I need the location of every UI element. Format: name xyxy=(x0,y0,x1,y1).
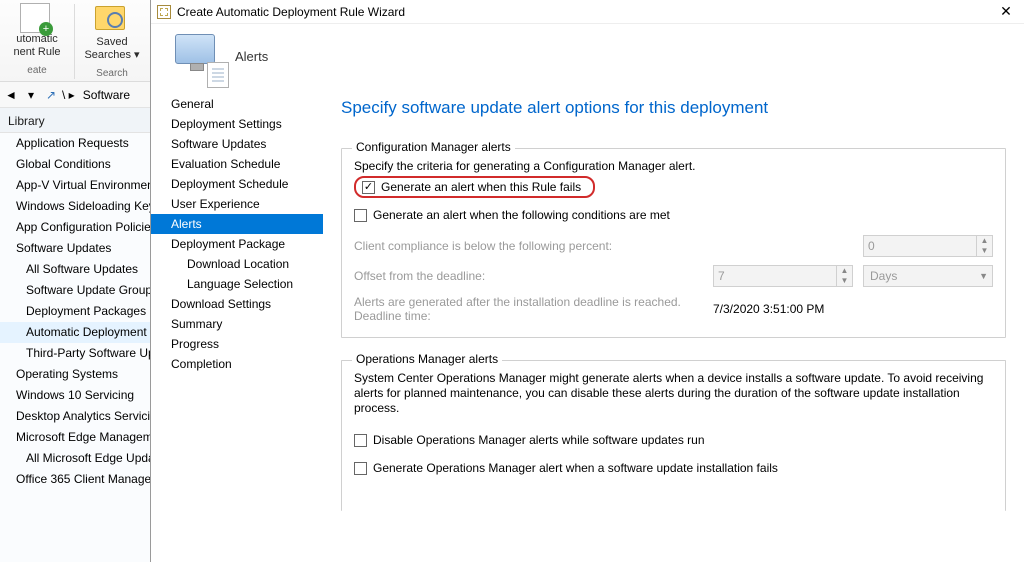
tree-item[interactable]: All Software Updates xyxy=(0,259,150,280)
om-note: System Center Operations Manager might g… xyxy=(354,371,993,416)
offset-label: Offset from the deadline: xyxy=(354,269,703,283)
tree-item[interactable]: Software Update Groups xyxy=(0,280,150,301)
cm-note: Specify the criteria for generating a Co… xyxy=(354,159,993,173)
tree-item[interactable]: Windows Sideloading Key xyxy=(0,196,150,217)
wizard-nav-item[interactable]: Download Location xyxy=(151,254,323,274)
wizard-nav-item[interactable]: Evaluation Schedule xyxy=(151,154,323,174)
dialog-header: Alerts xyxy=(151,24,1024,88)
wizard-nav-item[interactable]: Language Selection xyxy=(151,274,323,294)
folder-search-icon xyxy=(95,6,125,30)
ribbon-auto-deploy-rule[interactable]: utomatic nent Rule eate xyxy=(0,2,74,81)
cm-rule-fail-checkbox[interactable] xyxy=(362,181,375,194)
cm-alerts-group: Configuration Manager alerts Specify the… xyxy=(341,148,1006,338)
wizard-nav-item[interactable]: Summary xyxy=(151,314,323,334)
nav-back-icon[interactable]: ◄ xyxy=(2,86,20,104)
wizard-nav-item[interactable]: Progress xyxy=(151,334,323,354)
offset-unit-combo: Days▼ xyxy=(863,265,993,287)
om-group-title: Operations Manager alerts xyxy=(352,352,502,366)
tree-item[interactable]: Automatic Deployment Ru xyxy=(0,322,150,343)
dialog-header-title: Alerts xyxy=(235,49,268,64)
nav-back-forward: ◄ ▾ ↗ \ ▸ Software xyxy=(0,82,150,108)
monitor-icon xyxy=(175,34,219,78)
tree-item[interactable]: Desktop Analytics Servicing xyxy=(0,406,150,427)
wizard-nav-item[interactable]: Download Settings xyxy=(151,294,323,314)
wizard-nav-item[interactable]: Deployment Settings xyxy=(151,114,323,134)
tree-item[interactable]: All Microsoft Edge Update xyxy=(0,448,150,469)
tree-item[interactable]: Deployment Packages xyxy=(0,301,150,322)
wizard-nav-item[interactable]: Completion xyxy=(151,354,323,374)
compliance-percent-spin: 0 ▲▼ xyxy=(863,235,993,257)
om-disable-checkbox[interactable] xyxy=(354,434,367,447)
tree-item[interactable]: Application Requests xyxy=(0,133,150,154)
tree-item[interactable]: Software Updates xyxy=(0,238,150,259)
wizard-title-icon xyxy=(157,5,171,19)
offset-value-spin: 7 ▲▼ xyxy=(713,265,853,287)
tree-item[interactable]: Global Conditions xyxy=(0,154,150,175)
breadcrumb-sep: \ ▸ xyxy=(62,88,75,102)
deadline-label: Alerts are generated after the installat… xyxy=(354,295,703,323)
ribbon-saved-searches[interactable]: Saved Searches ▾ Search xyxy=(75,2,149,81)
breadcrumb[interactable]: Software xyxy=(77,88,136,102)
wizard-dialog: Create Automatic Deployment Rule Wizard … xyxy=(150,0,1024,562)
wizard-nav: GeneralDeployment SettingsSoftware Updat… xyxy=(151,88,323,562)
wizard-content: Specify software update alert options fo… xyxy=(323,88,1024,562)
highlight-marker: Generate an alert when this Rule fails xyxy=(354,176,595,198)
om-alerts-group: Operations Manager alerts System Center … xyxy=(341,360,1006,511)
deadline-value: 7/3/2020 3:51:00 PM xyxy=(713,302,993,316)
wizard-nav-item[interactable]: Alerts xyxy=(151,214,323,234)
doc-plus-icon xyxy=(20,3,50,33)
tree-item[interactable]: Office 365 Client Manageme xyxy=(0,469,150,490)
library-header: Library xyxy=(0,108,150,133)
ribbon: utomatic nent Rule eate Saved Searches ▾… xyxy=(0,0,150,82)
tree-item[interactable]: Third-Party Software Upda xyxy=(0,343,150,364)
om-generate-label: Generate Operations Manager alert when a… xyxy=(373,461,778,475)
cm-conditions-checkbox[interactable] xyxy=(354,209,367,222)
tree-item[interactable]: Microsoft Edge Managemen xyxy=(0,427,150,448)
page-title: Specify software update alert options fo… xyxy=(341,98,1006,118)
cm-rule-fail-label: Generate an alert when this Rule fails xyxy=(381,180,581,194)
tree-item[interactable]: App Configuration Policies xyxy=(0,217,150,238)
dialog-title: Create Automatic Deployment Rule Wizard xyxy=(177,5,405,19)
tree-item[interactable]: App-V Virtual Environmen xyxy=(0,175,150,196)
dialog-titlebar: Create Automatic Deployment Rule Wizard … xyxy=(151,0,1024,24)
nav-up-icon[interactable]: ↗ xyxy=(42,86,60,104)
om-generate-checkbox[interactable] xyxy=(354,462,367,475)
wizard-nav-item[interactable]: Deployment Schedule xyxy=(151,174,323,194)
background-app: utomatic nent Rule eate Saved Searches ▾… xyxy=(0,0,150,562)
tree-item[interactable]: Windows 10 Servicing xyxy=(0,385,150,406)
wizard-nav-item[interactable]: Deployment Package xyxy=(151,234,323,254)
tree-item[interactable]: Operating Systems xyxy=(0,364,150,385)
wizard-nav-item[interactable]: User Experience xyxy=(151,194,323,214)
wizard-nav-item[interactable]: Software Updates xyxy=(151,134,323,154)
cm-conditions-label: Generate an alert when the following con… xyxy=(373,208,670,222)
close-button[interactable]: ✕ xyxy=(992,2,1020,22)
nav-dd-icon[interactable]: ▾ xyxy=(22,86,40,104)
library-tree: Application RequestsGlobal ConditionsApp… xyxy=(0,133,150,490)
wizard-nav-item[interactable]: General xyxy=(151,94,323,114)
om-disable-label: Disable Operations Manager alerts while … xyxy=(373,433,705,447)
compliance-label: Client compliance is below the following… xyxy=(354,239,703,253)
cm-group-title: Configuration Manager alerts xyxy=(352,140,515,154)
